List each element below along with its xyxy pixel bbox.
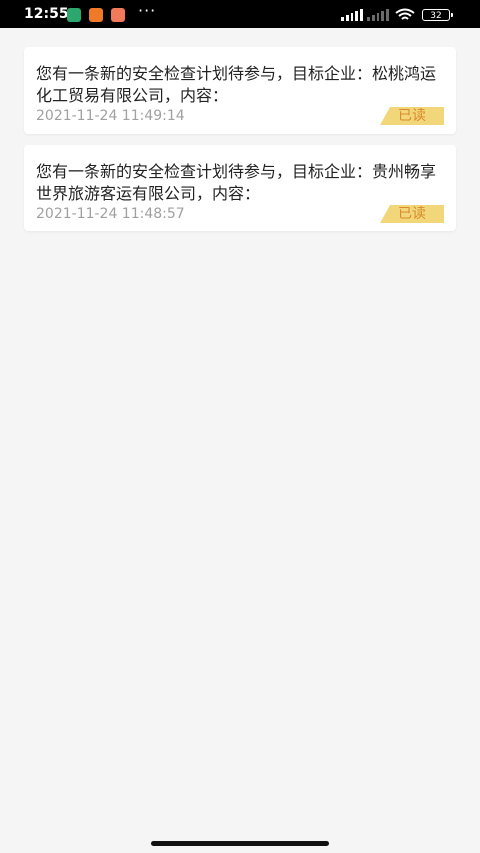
battery-icon: 32	[422, 9, 453, 21]
security-app-icon	[67, 8, 81, 22]
read-status-badge: 已读	[380, 205, 444, 223]
more-notifications-icon: ···	[138, 1, 157, 20]
notification-card[interactable]: 您有一条新的安全检查计划待参与，目标企业：松桃鸿运化工贸易有限公司，内容： 20…	[24, 47, 456, 134]
notification-title: 您有一条新的安全检查计划待参与，目标企业：贵州畅享世界旅游客运有限公司，内容：	[36, 162, 437, 203]
cellular-signal-icon	[341, 9, 363, 21]
gift-app-icon	[111, 8, 125, 22]
status-bar: 12:55 ··· 32	[0, 0, 480, 28]
read-status-badge: 已读	[380, 107, 444, 125]
wifi-icon	[395, 8, 415, 20]
secondary-signal-icon	[367, 9, 389, 21]
notification-time: 2021-11-24 11:48:57	[36, 206, 185, 222]
notification-card[interactable]: 您有一条新的安全检查计划待参与，目标企业：贵州畅享世界旅游客运有限公司，内容： …	[24, 145, 456, 231]
notification-title: 您有一条新的安全检查计划待参与，目标企业：松桃鸿运化工贸易有限公司，内容：	[36, 64, 437, 105]
status-time: 12:55	[24, 6, 69, 22]
notification-time: 2021-11-24 11:49:14	[36, 108, 185, 124]
home-indicator[interactable]	[151, 841, 329, 846]
mi-app-icon	[89, 8, 103, 22]
